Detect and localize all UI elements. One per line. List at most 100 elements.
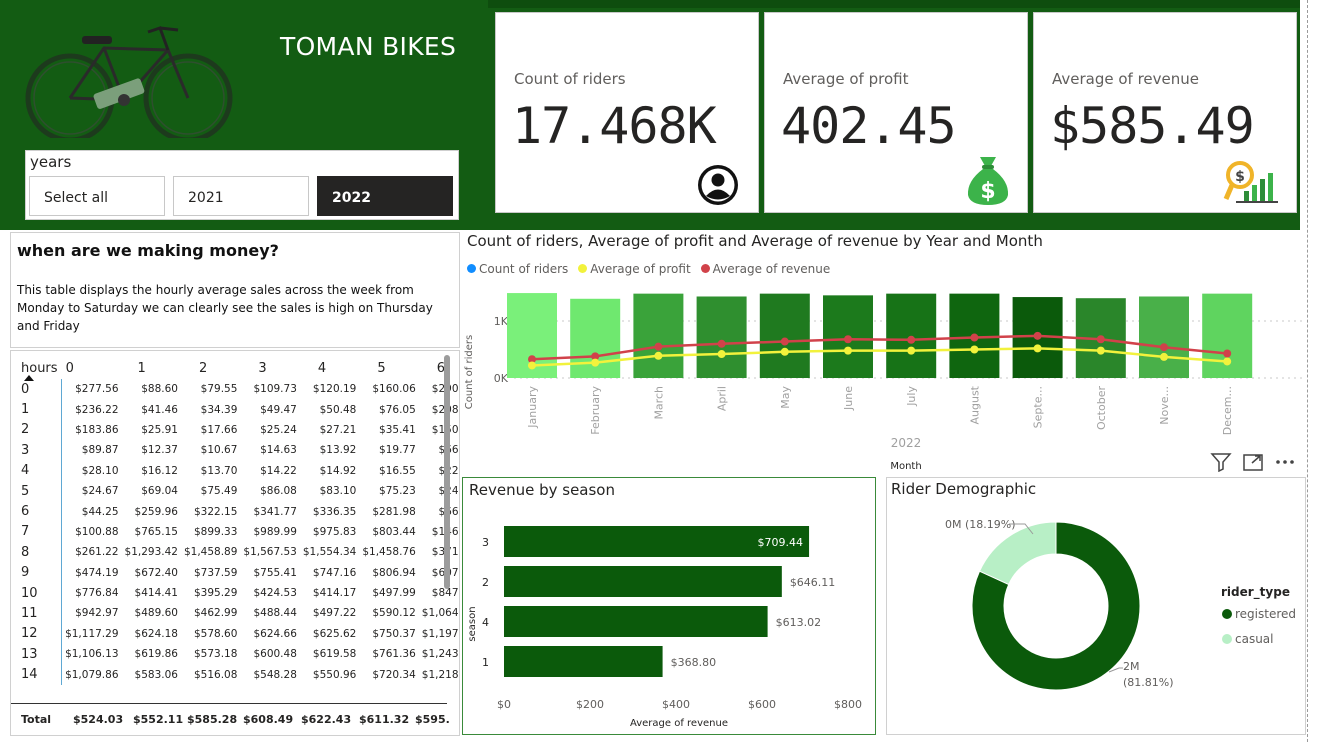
point-revenue[interactable]	[1096, 335, 1105, 344]
bar-riders[interactable]	[696, 296, 747, 378]
table-row[interactable]: 8 $261.22 $1,293.42 $1,458.89 $1,567.53 $1,55…	[17, 542, 459, 563]
x-tick-label: $400	[662, 698, 690, 711]
hourly-sales-matrix[interactable]: hours 0 1 2 3 4 5 6 0 $277.56 $88.60 $79.55…	[10, 350, 460, 736]
point-profit[interactable]	[528, 361, 536, 370]
point-profit[interactable]	[970, 345, 979, 354]
years-slicer: years Select all 2021 2022	[25, 150, 459, 220]
point-profit[interactable]	[1160, 352, 1168, 361]
point-profit[interactable]	[717, 350, 726, 359]
table-cell: $755.41	[253, 566, 297, 579]
table-row[interactable]: 9 $474.19 $672.40 $737.59 $755.41 $747.16 $806…	[17, 562, 459, 583]
point-profit[interactable]	[1033, 344, 1042, 353]
matrix-total-row: Total $524.03 $552.11 $585.28 $608.49 $6…	[11, 703, 450, 735]
table-row[interactable]: 1 $236.22 $41.46 $34.39 $49.47 $50.48 $76.05$2…	[17, 399, 459, 420]
point-revenue[interactable]	[844, 335, 852, 344]
demographic-donut-chart[interactable]: 0M (18.19%) 2M (81.81%) rider_type regis…	[887, 504, 1305, 734]
point-profit[interactable]	[844, 346, 852, 355]
bar-season[interactable]	[504, 606, 768, 637]
table-cell: $89.87	[81, 444, 119, 457]
legend-item-riders[interactable]: Count of riders	[467, 262, 568, 276]
point-profit[interactable]	[1223, 357, 1232, 366]
slice-casual[interactable]	[978, 521, 1057, 586]
kpi-card-profit[interactable]: Average of profit 402.45 $	[764, 12, 1028, 213]
point-profit[interactable]	[1096, 346, 1105, 355]
point-profit[interactable]	[780, 347, 789, 356]
legend-item-profit[interactable]: Average of profit	[578, 262, 691, 276]
table-row[interactable]: 11 $942.97 $489.60 $462.99 $488.44 $497.22 $59…	[17, 603, 459, 624]
point-revenue[interactable]	[654, 342, 663, 351]
more-options-icon[interactable]	[1274, 452, 1296, 472]
point-revenue[interactable]	[1223, 349, 1232, 358]
money-bag-icon: $	[967, 157, 1009, 205]
point-profit[interactable]	[907, 346, 916, 355]
column-header[interactable]: 4	[300, 357, 359, 379]
kpi-label: Count of riders	[514, 70, 626, 88]
bar-riders[interactable]	[1139, 296, 1189, 378]
table-row[interactable]: 0 $277.56 $88.60 $79.55 $109.73 $120.19 $160.0…	[17, 379, 459, 400]
legend-label: Count of riders	[479, 262, 569, 276]
table-row[interactable]: 7 $100.88 $765.15 $899.33 $989.99 $975.83 $803…	[17, 521, 459, 543]
table-cell: $24.67	[81, 485, 119, 498]
combo-chart-plot[interactable]: Count of riders 1K 0K January February Mar…	[462, 282, 1307, 472]
legend-label-casual[interactable]: casual	[1235, 632, 1274, 646]
table-row[interactable]: 12 $1,117.29 $624.18 $578.60 $624.66 $625.62 $…	[17, 623, 459, 645]
revenue-by-season-card[interactable]: Revenue by season season 3 $709.44 2 $646.1…	[462, 477, 876, 735]
table-row[interactable]: 3 $89.87 $12.37 $10.67 $14.63 $13.92 $19.77$66…	[17, 440, 459, 461]
table-cell: $462.99	[194, 607, 238, 620]
column-header[interactable]: 1	[122, 357, 181, 379]
slicer-option-2022[interactable]: 2022	[317, 176, 453, 216]
table-row[interactable]: 4 $28.10 $16.12 $13.70 $14.22 $14.92 $16.55$22…	[17, 460, 459, 481]
rider-demographic-card[interactable]: Rider Demographic 0M (18.19%) 2M (81.81%…	[886, 477, 1306, 735]
table-row[interactable]: 10 $776.84 $414.41 $395.29 $424.53 $414.17 $49…	[17, 582, 459, 604]
table-row[interactable]: 14 $1,079.86 $583.06 $516.08 $548.28 $550.96 $…	[17, 664, 459, 685]
table-cell: $44.25	[81, 505, 119, 518]
table-row[interactable]: 6 $44.25 $259.96 $322.15 $341.77 $336.35 $281.…	[17, 501, 459, 522]
table-cell: $17.66	[200, 423, 238, 436]
column-header[interactable]: 5	[359, 357, 418, 379]
point-revenue[interactable]	[717, 339, 726, 348]
bar-riders[interactable]	[633, 293, 684, 378]
x-tick-label: June	[842, 386, 855, 411]
row-hour-label: 5	[17, 480, 63, 502]
bar-season[interactable]	[504, 566, 782, 597]
table-cell: $607.	[419, 563, 459, 583]
column-header[interactable]: 2	[181, 357, 240, 379]
bar-season[interactable]	[504, 646, 663, 677]
point-revenue[interactable]	[970, 333, 979, 342]
slicer-option-2021[interactable]: 2021	[173, 176, 309, 216]
season-chart-plot[interactable]: season 3 $709.442 $646.114 $613.021 $368.80 …	[463, 504, 875, 734]
bar-riders[interactable]	[759, 293, 810, 378]
kpi-card-revenue[interactable]: Average of revenue $585.49 $	[1033, 12, 1297, 213]
table-cell: $424.53	[253, 587, 297, 600]
data-label: $613.02	[776, 616, 822, 629]
point-profit[interactable]	[591, 358, 600, 367]
slicer-option-select-all[interactable]: Select all	[29, 176, 165, 216]
row-header-label[interactable]: hours	[17, 357, 62, 379]
table-row[interactable]: 2 $183.86 $25.91 $17.66 $25.24 $27.21 $35.41$1…	[17, 419, 459, 441]
column-header[interactable]: 0	[62, 357, 122, 379]
point-profit[interactable]	[654, 351, 663, 360]
total-cell: $524.03	[73, 713, 124, 726]
legend-item-revenue[interactable]: Average of revenue	[700, 262, 830, 276]
insight-title: when are we making money?	[17, 241, 279, 260]
visual-header-toolbar	[1210, 452, 1296, 472]
table-row[interactable]: 13 $1,106.13 $619.86 $573.18 $600.48 $619.58 $…	[17, 644, 459, 665]
column-header[interactable]: 6	[419, 357, 459, 379]
matrix-scrollbar[interactable]	[444, 355, 450, 589]
table-cell: $25.24	[260, 423, 297, 436]
table-cell: $619.58	[312, 648, 357, 661]
point-revenue[interactable]	[1033, 331, 1042, 340]
focus-mode-icon[interactable]	[1242, 452, 1264, 472]
point-revenue[interactable]	[780, 337, 789, 346]
column-header[interactable]: 3	[240, 357, 299, 379]
kpi-card-riders[interactable]: Count of riders 17.468K	[495, 12, 759, 213]
row-hour-label: 3	[17, 440, 63, 461]
legend-label-registered[interactable]: registered	[1235, 607, 1296, 621]
table-cell: $573.18	[194, 648, 238, 661]
filter-icon[interactable]	[1210, 452, 1232, 472]
table-cell: $336.35	[312, 505, 357, 518]
point-revenue[interactable]	[1160, 343, 1168, 352]
table-cell: $34.39	[200, 403, 238, 416]
table-row[interactable]: 5 $24.67 $69.04 $75.49 $86.08 $83.10 $75.23$24…	[17, 480, 459, 502]
point-revenue[interactable]	[907, 335, 916, 344]
